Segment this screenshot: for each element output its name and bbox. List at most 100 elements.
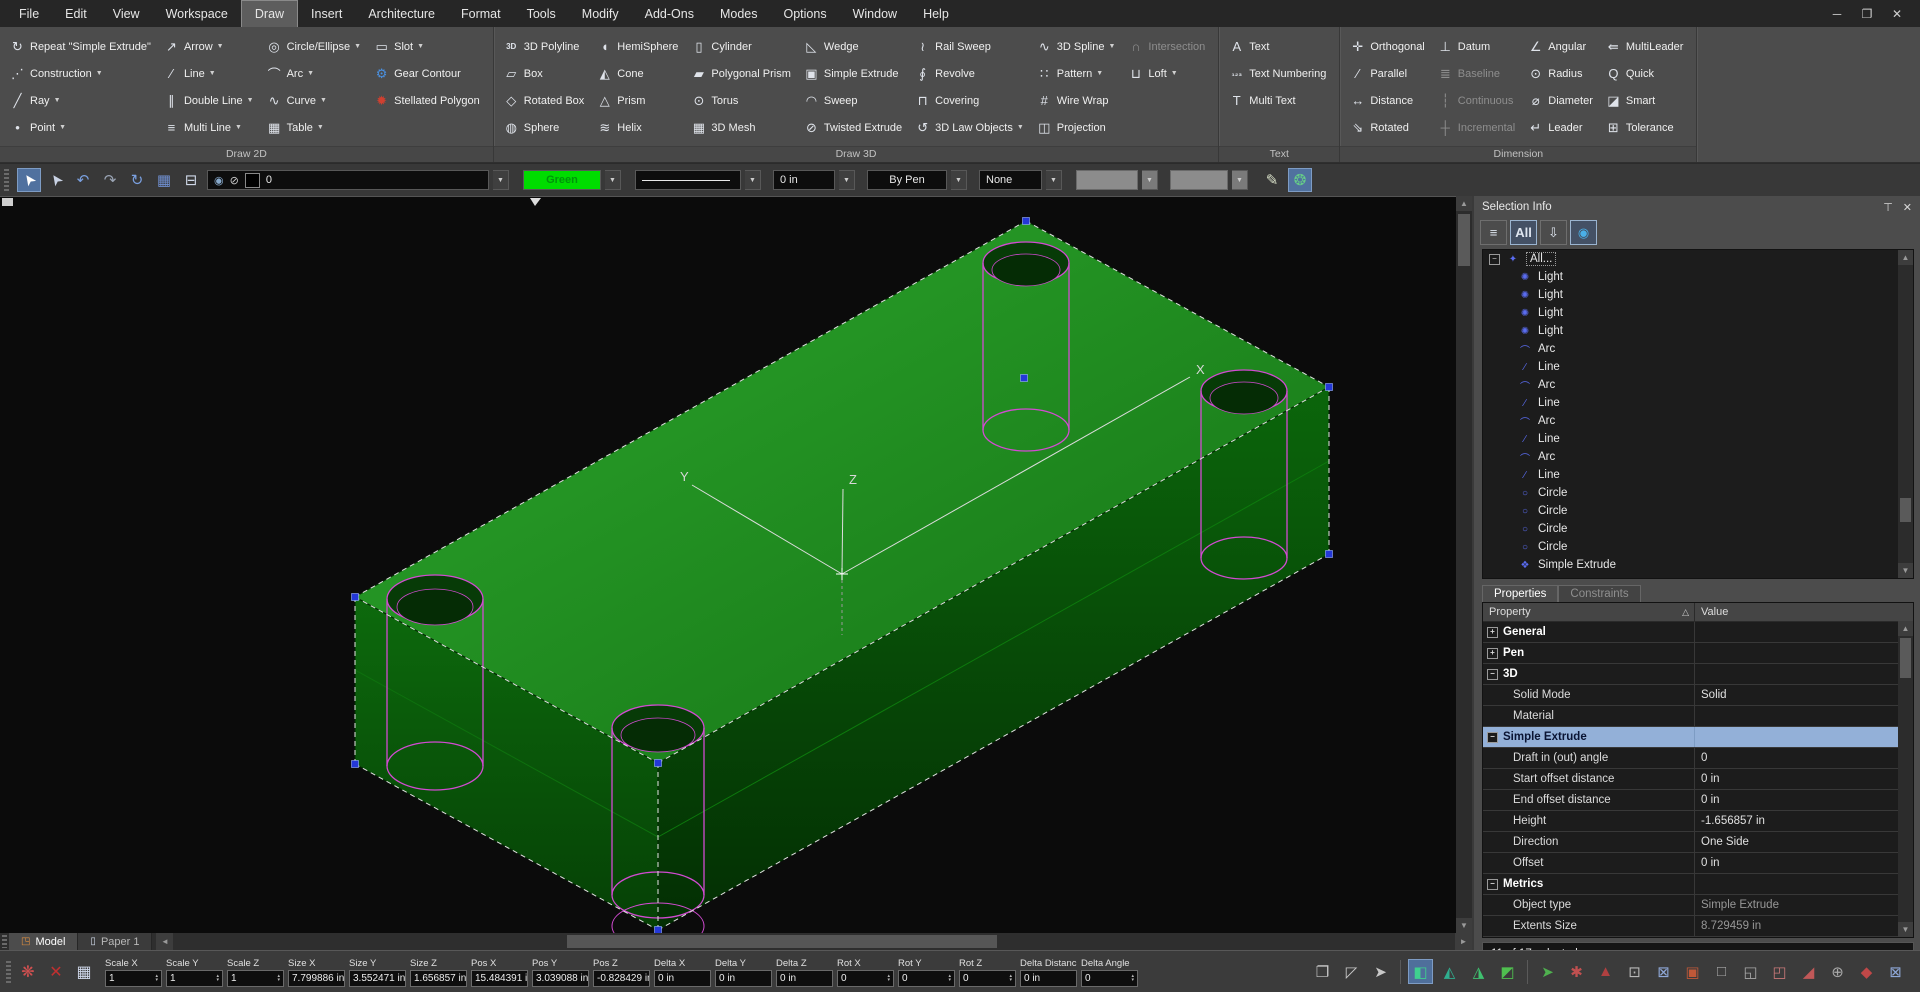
field-scale-y-input[interactable]: 1▴▾ [166,970,223,987]
restore-icon[interactable]: ❐ [1852,7,1882,21]
menu-window[interactable]: Window [840,0,910,27]
ribbon-item-repeat-simple-extrude[interactable]: ↻Repeat "Simple Extrude" [6,33,158,60]
menu-workspace[interactable]: Workspace [153,0,241,27]
spinner-icon[interactable]: ▴▾ [277,971,280,986]
ribbon-item-tolerance[interactable]: ⊞Tolerance [1602,114,1690,141]
select-mode-icon[interactable]: ➤ [1368,959,1393,984]
property-grid-header[interactable]: Property △ Value [1483,603,1913,622]
field-delta-angle-input[interactable]: 0▴▾ [1081,970,1138,987]
field-delta-y-input[interactable]: 0 in [715,970,772,987]
canvas-vertical-scrollbar[interactable]: ▲ ▼ [1456,196,1472,933]
tree-item-circle[interactable]: ○Circle [1483,520,1913,538]
ribbon-item-text-numbering[interactable]: ₁₂₃Text Numbering [1225,60,1333,87]
repeat-button[interactable]: ↻ [125,168,149,192]
ribbon-item-torus[interactable]: ⊙Torus [687,87,797,114]
diamond-mode-icon[interactable]: ◆ [1854,959,1879,984]
undo-button[interactable]: ↶ [71,168,95,192]
ribbon-item-revolve[interactable]: ∮Revolve [911,60,1031,87]
select-all-button[interactable]: All [1510,220,1537,245]
box-mode-icon[interactable]: □ [1709,959,1734,984]
tab-scroll-right-icon[interactable]: ► [1455,933,1472,950]
ribbon-item-curve[interactable]: ∿Curve▼ [263,87,369,114]
tree-scroll-down-icon[interactable]: ▼ [1898,563,1913,578]
tree-item-arc[interactable]: ⌒Arc [1483,448,1913,466]
corner-red-mode-icon[interactable]: ◰ [1767,959,1792,984]
menu-help[interactable]: Help [910,0,962,27]
tree-scrollbar[interactable]: ▲ ▼ [1898,250,1913,578]
tree-item-arc[interactable]: ⌒Arc [1483,376,1913,394]
field-rot-z-input[interactable]: 0▴▾ [959,970,1016,987]
ribbon-item-smart[interactable]: ◪Smart [1602,87,1690,114]
spinner-icon[interactable]: ▴▾ [216,971,219,986]
tab-scroll-left-icon[interactable]: ◄ [156,933,173,950]
spinner-icon[interactable]: ▴▾ [887,971,890,986]
ribbon-item-3d-law-objects[interactable]: ↺3D Law Objects▼ [911,114,1031,141]
grid-scrollbar[interactable]: ▲ ▼ [1898,621,1913,937]
menu-options[interactable]: Options [771,0,840,27]
ribbon-item-hemisphere[interactable]: ◖HemiSphere [593,33,685,60]
menu-format[interactable]: Format [448,0,514,27]
ribbon-item-rotated[interactable]: ⇘Rotated [1346,114,1431,141]
layers-button[interactable]: ⊟ [179,168,203,192]
redraw-button[interactable]: ❋ [15,959,41,985]
statusbar-grip[interactable] [6,961,11,983]
pin-icon[interactable]: ⊤ [1883,201,1893,214]
lock-mode-icon[interactable]: ⊕ [1825,959,1850,984]
cancel-button[interactable]: ✕ [43,959,69,985]
collapse-icon[interactable]: − [1487,879,1498,890]
menu-file[interactable]: File [6,0,52,27]
tabrow-grip[interactable] [2,935,7,948]
expand-icon[interactable]: + [1487,648,1498,659]
ribbon-item-projection[interactable]: ◫Projection [1033,114,1123,141]
snap-face-icon[interactable]: ◮ [1466,959,1491,984]
ribbon-item-radius[interactable]: ⊙Radius [1524,60,1600,87]
ribbon-item-angular[interactable]: ∠Angular [1524,33,1600,60]
grid-row-direction[interactable]: DirectionOne Side [1483,832,1913,853]
render-icon[interactable]: ❂ [1288,168,1312,192]
ribbon-item-wire-wrap[interactable]: #Wire Wrap [1033,87,1123,114]
pen-dropdown-icon[interactable]: ▼ [951,170,967,190]
canvas-horizontal-scrollbar[interactable] [177,935,1447,948]
tree-scroll-thumb[interactable] [1900,498,1911,522]
ribbon-item-3d-polyline[interactable]: 3D3D Polyline [500,33,592,60]
ribbon-item-covering[interactable]: ⊓Covering [911,87,1031,114]
field-delta-distanc-input[interactable]: 0 in [1020,970,1077,987]
ribbon-item-sweep[interactable]: ◠Sweep [800,87,909,114]
tree-item-light[interactable]: ✺Light [1483,304,1913,322]
scroll-up-icon[interactable]: ▲ [1456,196,1472,211]
ribbon-item-circle-ellipse[interactable]: ◎Circle/Ellipse▼ [263,33,369,60]
expand-icon[interactable]: + [1487,627,1498,638]
pen-combo[interactable]: By Pen [867,170,947,190]
ribbon-item-gear-contour[interactable]: ⚙Gear Contour [370,60,487,87]
field-pos-x-input[interactable]: 15.484391 in [471,970,528,987]
node-edit-tool[interactable]: ➤ [44,168,68,192]
ribbon-item-distance[interactable]: ↔Distance [1346,87,1431,114]
ribbon-item-sphere[interactable]: ◍Sphere [500,114,592,141]
menu-modes[interactable]: Modes [707,0,771,27]
spinner-icon[interactable]: ▴▾ [1009,971,1012,986]
tree-item-line[interactable]: ∕Line [1483,466,1913,484]
field-scale-z-input[interactable]: 1▴▾ [227,970,284,987]
ribbon-item-twisted-extrude[interactable]: ⊘Twisted Extrude [800,114,909,141]
tree-scroll-up-icon[interactable]: ▲ [1898,250,1913,265]
layer-dropdown-icon[interactable]: ▼ [493,170,509,190]
hatch-combo[interactable]: None [979,170,1042,190]
snap-vertex-icon[interactable]: ◧ [1408,959,1433,984]
ribbon-item-3d-spline[interactable]: ∿3D Spline▼ [1033,33,1123,60]
field-size-y-input[interactable]: 3.552471 in [349,970,406,987]
ribbon-item-double-line[interactable]: ∥Double Line▼ [160,87,261,114]
ribbon-item-polygonal-prism[interactable]: ▰Polygonal Prism [687,60,797,87]
ribbon-item-wedge[interactable]: ◺Wedge [800,33,909,60]
menu-modify[interactable]: Modify [569,0,632,27]
menu-insert[interactable]: Insert [298,0,355,27]
menu-tools[interactable]: Tools [514,0,569,27]
ribbon-item-multileader[interactable]: ⇚MultiLeader [1602,33,1690,60]
properties-button[interactable]: ≡ [1480,220,1507,245]
grid-scroll-down-icon[interactable]: ▼ [1898,922,1913,937]
grid-row-general[interactable]: +General [1483,622,1913,643]
ribbon-item-simple-extrude[interactable]: ▣Simple Extrude [800,60,909,87]
grid-row-solid-mode[interactable]: Solid ModeSolid [1483,685,1913,706]
snap-apex-icon[interactable]: ▲ [1593,959,1618,984]
grid-row-metrics[interactable]: −Metrics [1483,874,1913,895]
tree-item-circle[interactable]: ○Circle [1483,502,1913,520]
